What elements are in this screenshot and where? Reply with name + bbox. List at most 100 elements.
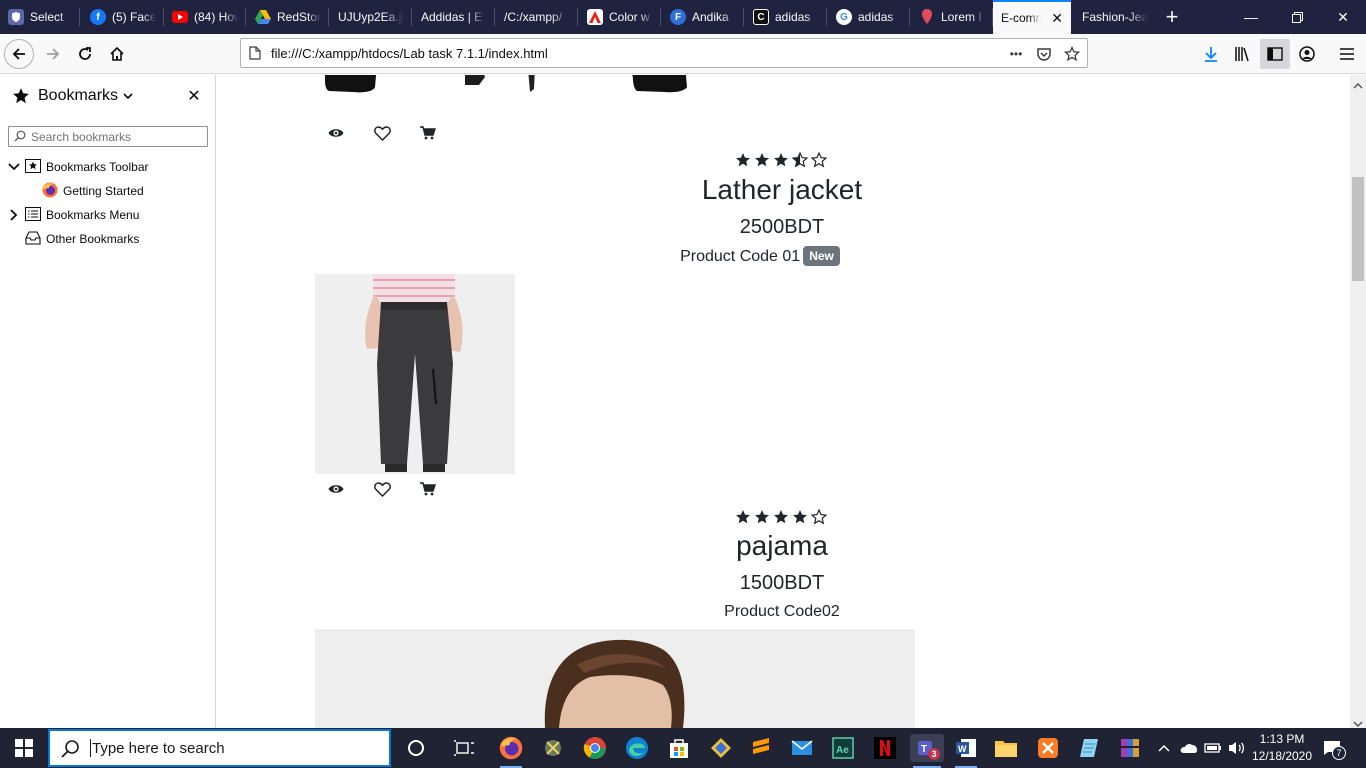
scroll-down-arrow-icon[interactable] xyxy=(1353,716,1363,727)
library-button[interactable] xyxy=(1228,39,1258,69)
back-arrow-icon xyxy=(12,48,25,60)
heart-icon[interactable] xyxy=(373,480,391,498)
store-bag-icon xyxy=(670,739,688,758)
start-button[interactable] xyxy=(0,728,48,768)
git-tool-button[interactable] xyxy=(707,734,735,762)
word-button[interactable]: W xyxy=(952,734,980,768)
reload-button[interactable] xyxy=(70,39,100,69)
pin-icon xyxy=(919,9,935,25)
pocket-icon[interactable] xyxy=(1035,45,1053,63)
tab-ecommerce[interactable]: E-comm ✕ xyxy=(993,0,1071,34)
search-bookmarks-input[interactable]: Search bookmarks xyxy=(8,126,208,147)
eye-icon[interactable] xyxy=(327,124,345,142)
edge-button[interactable] xyxy=(623,734,651,762)
restore-icon xyxy=(1291,11,1303,23)
heart-icon[interactable] xyxy=(373,124,391,142)
page-scrollbar[interactable] xyxy=(1350,75,1366,728)
xampp-button[interactable] xyxy=(1034,734,1062,762)
sidebar-toggle-button[interactable] xyxy=(1260,39,1290,69)
volume-button[interactable] xyxy=(1227,738,1247,758)
tab-addidas[interactable]: Addidas | E xyxy=(413,0,495,34)
clock-date: 12/18/2020 xyxy=(1251,749,1313,763)
diamond-tool-icon xyxy=(711,738,731,758)
eye-icon[interactable] xyxy=(327,480,345,498)
tab-lorem[interactable]: Lorem I xyxy=(911,0,993,34)
adobe-audition-button[interactable]: Ae xyxy=(829,734,857,762)
bookmarks-menu-folder[interactable]: Bookmarks Menu xyxy=(8,204,139,226)
notification-count: 7 xyxy=(1332,746,1346,760)
downloads-button[interactable] xyxy=(1196,39,1226,69)
taskbar-search-input[interactable]: Type here to search xyxy=(48,729,391,767)
tab-redstore[interactable]: RedStore xyxy=(247,0,329,34)
netflix-icon xyxy=(874,737,896,759)
tab-facebook[interactable]: f (5) Facebook xyxy=(82,0,164,34)
snipping-tool-button[interactable] xyxy=(539,734,567,762)
action-center-button[interactable]: 7 xyxy=(1322,738,1346,760)
bookmark-getting-started[interactable]: Getting Started xyxy=(42,180,144,202)
other-bookmarks-folder[interactable]: Other Bookmarks xyxy=(25,228,139,250)
bookmark-label: Other Bookmarks xyxy=(46,232,140,246)
mail-button[interactable] xyxy=(788,734,816,762)
back-button[interactable] xyxy=(4,39,34,69)
netflix-button[interactable] xyxy=(871,734,899,762)
close-window-button[interactable]: ✕ xyxy=(1320,0,1366,34)
battery-button[interactable] xyxy=(1203,738,1223,758)
tab-andika[interactable]: F Andika xyxy=(662,0,744,34)
file-explorer-button[interactable] xyxy=(992,734,1020,762)
chevron-right-icon[interactable] xyxy=(8,209,20,221)
clock-time: 1:13 PM xyxy=(1259,732,1305,746)
forward-button[interactable] xyxy=(38,39,68,69)
tab-adidas-2[interactable]: G adidas xyxy=(828,0,910,34)
account-button[interactable] xyxy=(1292,39,1322,69)
star-filled-icon xyxy=(774,510,788,524)
sublime-button[interactable] xyxy=(747,734,775,762)
chrome-button[interactable] xyxy=(581,734,609,762)
notepad-button[interactable] xyxy=(1075,734,1103,762)
teams-button[interactable]: T 3 xyxy=(910,734,944,768)
store-button[interactable] xyxy=(665,734,693,762)
firefox-taskbar-button[interactable] xyxy=(497,734,525,768)
firefox-icon xyxy=(499,736,523,760)
close-sidebar-button[interactable]: ✕ xyxy=(184,86,204,106)
page-actions-icon[interactable]: ••• xyxy=(1007,45,1025,63)
onedrive-button[interactable] xyxy=(1179,738,1199,758)
chevron-down-icon[interactable] xyxy=(8,161,20,173)
tab-color[interactable]: Color w xyxy=(579,0,661,34)
scroll-up-arrow-icon[interactable] xyxy=(1353,78,1363,89)
cart-icon[interactable] xyxy=(419,480,437,498)
close-tab-icon[interactable]: ✕ xyxy=(1051,10,1063,27)
tab-adidas-1[interactable]: C adidas xyxy=(745,0,827,34)
tab-xampp[interactable]: /C:/xampp/ xyxy=(496,0,578,34)
bookmarks-menu-icon xyxy=(25,206,41,224)
tab-fashion[interactable]: Fashion-Jea xyxy=(1074,0,1156,34)
minimize-button[interactable]: — xyxy=(1228,0,1274,34)
menu-button[interactable] xyxy=(1332,39,1362,69)
tab-image[interactable]: UJUyp2Ea.jpg xyxy=(330,0,412,34)
cortana-button[interactable] xyxy=(402,734,430,762)
bookmark-star-icon[interactable] xyxy=(1063,45,1081,63)
bookmarks-toolbar-folder[interactable]: Bookmarks Toolbar xyxy=(8,156,149,178)
page-icon xyxy=(249,46,261,60)
star-filled-icon xyxy=(755,510,769,524)
tab-select[interactable]: Select xyxy=(0,0,80,34)
chevron-up-icon xyxy=(1158,744,1170,752)
task-view-button[interactable] xyxy=(450,734,478,762)
word-icon: W xyxy=(956,739,976,757)
winrar-button[interactable] xyxy=(1116,734,1144,762)
product-price: 1500BDT xyxy=(739,572,825,594)
cart-icon[interactable] xyxy=(419,124,437,142)
plus-icon: + xyxy=(1165,4,1179,29)
home-button[interactable] xyxy=(102,39,132,69)
system-clock[interactable]: 1:13 PM 12/18/2020 xyxy=(1250,731,1314,765)
jacket-image xyxy=(315,75,715,103)
sidebar-header[interactable]: Bookmarks xyxy=(0,75,215,117)
show-hidden-icons-button[interactable] xyxy=(1154,738,1174,758)
scroll-thumb[interactable] xyxy=(1352,177,1364,281)
star-icon xyxy=(13,88,29,104)
url-bar[interactable]: file:///C:/xampp/htdocs/Lab task 7.1.1/i… xyxy=(240,38,1088,68)
tab-youtube[interactable]: (84) How xyxy=(164,0,246,34)
new-tab-button[interactable]: + xyxy=(1158,0,1186,34)
star-filled-icon xyxy=(736,153,750,167)
restore-button[interactable] xyxy=(1274,0,1320,34)
star-filled-icon xyxy=(793,510,807,524)
